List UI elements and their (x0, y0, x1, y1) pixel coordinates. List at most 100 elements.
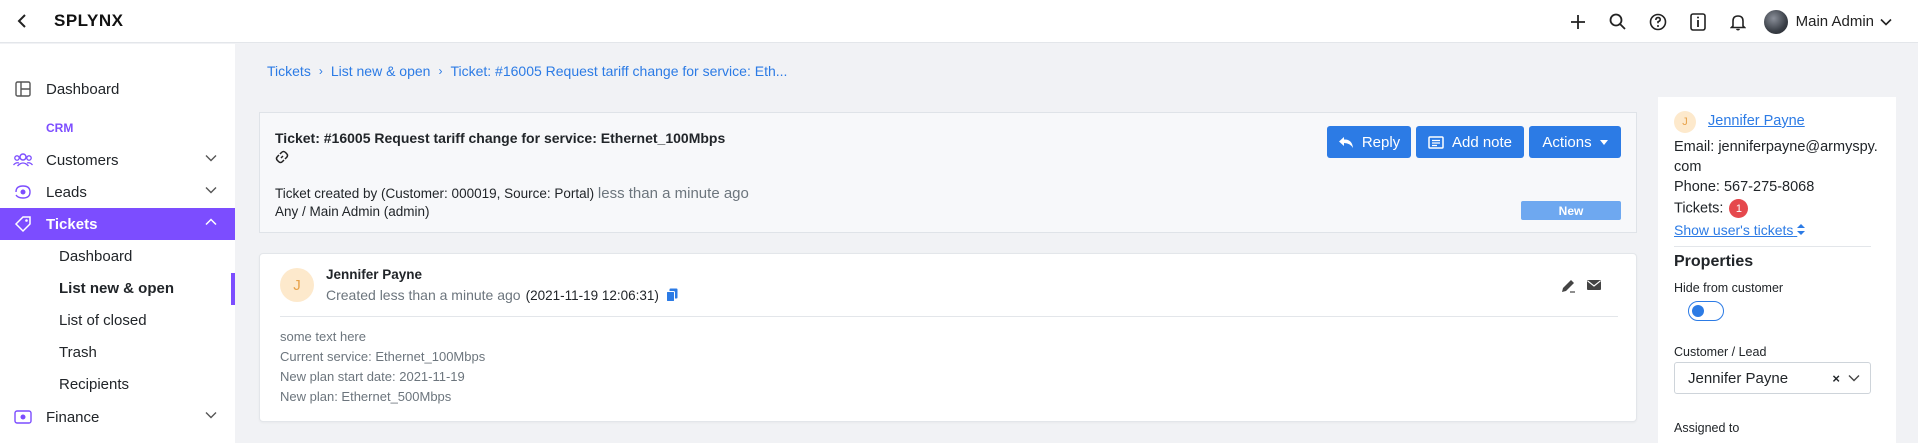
chevron-up-icon (205, 218, 217, 226)
customer-tickets: Tickets: 1 (1674, 199, 1749, 218)
actions-label: Actions (1542, 133, 1592, 151)
question-circle-icon (1649, 13, 1666, 30)
customer-lead-label: Customer / Lead (1674, 345, 1767, 359)
message-body-line: Current service: Ethernet_100Mbps (280, 349, 486, 364)
message-meta: Created less than a minute ago (2021-11-… (326, 287, 678, 303)
sidebar-item-label: Leads (46, 183, 87, 201)
avatar: J (280, 268, 314, 302)
chevron-right-icon: › (438, 64, 443, 78)
sidebar-item-label: Customers (46, 151, 119, 169)
reply-label: Reply (1361, 133, 1401, 151)
divider (1674, 246, 1871, 247)
dashboard-icon (15, 81, 31, 97)
sidebar-item-dashboard[interactable]: Dashboard (0, 73, 235, 105)
assigned-to-label: Assigned to (1674, 421, 1740, 435)
top-actions: Main Admin (1558, 0, 1918, 43)
reply-button[interactable]: Reply (1327, 126, 1411, 158)
reply-icon (1338, 136, 1353, 148)
caret-down-icon (1599, 139, 1608, 145)
sidebar-subitem-dashboard[interactable]: Dashboard (59, 248, 132, 265)
add-note-button[interactable]: Add note (1416, 126, 1524, 158)
sidebar-subitem-trash[interactable]: Trash (59, 344, 97, 361)
properties-title: Properties (1674, 253, 1754, 270)
toggle-knob (1692, 305, 1704, 317)
created-by-text: Ticket created by (Customer: 000019, Sou… (275, 186, 595, 201)
hide-from-customer-toggle[interactable] (1688, 301, 1724, 321)
sidebar-subitem-list-of-closed[interactable]: List of closed (59, 312, 147, 329)
chevron-right-icon: › (318, 64, 323, 78)
divider (280, 316, 1618, 317)
bell-icon (1729, 14, 1746, 30)
breadcrumb-current-ticket[interactable]: Ticket: #16005 Request tariff change for… (450, 63, 787, 79)
customer-name-link[interactable]: Jennifer Payne (1708, 113, 1805, 129)
message-author: Jennifer Payne (326, 267, 423, 282)
sidebar-item-label: Finance (46, 408, 100, 426)
chevron-down-icon (1848, 375, 1860, 382)
app-brand[interactable]: SPLYNX (54, 11, 123, 31)
search-icon (1609, 13, 1626, 30)
leads-icon (15, 185, 31, 199)
note-icon (1428, 135, 1444, 149)
sidebar-item-leads[interactable]: Leads (0, 176, 235, 208)
sidebar-item-tickets[interactable]: Tickets (0, 208, 235, 240)
avatar (1763, 9, 1788, 34)
actions-dropdown[interactable]: Actions (1529, 126, 1621, 158)
customer-phone: Phone: 567-275-8068 (1674, 179, 1815, 195)
message-tools (1560, 278, 1602, 294)
sidebar-item-finance[interactable]: Finance (0, 401, 235, 433)
edit-icon[interactable] (1560, 278, 1576, 294)
show-tickets-label: Show user's tickets (1674, 222, 1794, 238)
message-timestamp: (2021-11-19 12:06:31) (525, 287, 659, 303)
chevron-down-icon (205, 412, 217, 419)
tickets-count-badge: 1 (1729, 199, 1749, 218)
breadcrumb: Tickets › List new & open › Ticket: #160… (267, 63, 787, 79)
ticket-assignment: Any / Main Admin (admin) (275, 204, 430, 219)
info-button[interactable] (1678, 0, 1718, 43)
status-badge: New (1521, 201, 1621, 220)
message-card: J Jennifer Payne Created less than a min… (259, 253, 1637, 422)
chevron-left-icon (17, 14, 26, 28)
user-name: Main Admin (1795, 13, 1874, 30)
chevron-down-icon (1880, 18, 1892, 26)
breadcrumb-tickets[interactable]: Tickets (267, 63, 311, 79)
sidebar-subitem-recipients[interactable]: Recipients (59, 376, 129, 393)
sidebar-item-label: Tickets (46, 215, 98, 233)
sidebar: Dashboard CRM Customers Leads Tickets Da… (0, 44, 235, 443)
tickets-label: Tickets: (1674, 200, 1724, 217)
clear-icon[interactable]: × (1832, 371, 1840, 386)
email-icon[interactable] (1586, 278, 1602, 292)
sidebar-item-label: Dashboard (46, 80, 120, 98)
copy-link-button[interactable] (275, 150, 289, 167)
chevron-down-icon (205, 155, 217, 162)
customer-lead-select[interactable]: Jennifer Payne × (1674, 362, 1871, 394)
add-button[interactable] (1558, 0, 1598, 43)
help-button[interactable] (1638, 0, 1678, 43)
breadcrumb-list-new-open[interactable]: List new & open (331, 63, 431, 79)
message-body-line: New plan: Ethernet_500Mbps (280, 389, 452, 404)
notifications-button[interactable] (1718, 0, 1758, 43)
copy-icon[interactable] (665, 288, 678, 302)
message-body-line: some text here (280, 329, 366, 344)
top-bar: SPLYNX Main Admin (0, 0, 1918, 43)
sidebar-item-customers[interactable]: Customers (0, 144, 235, 176)
customer-lead-value: Jennifer Payne (1688, 369, 1789, 387)
customers-icon (13, 153, 33, 167)
link-icon (275, 150, 289, 164)
ticket-created-info: Ticket created by (Customer: 000019, Sou… (275, 185, 749, 202)
message-created-ago: Created less than a minute ago (326, 287, 521, 303)
message-body-line: New plan start date: 2021-11-19 (280, 369, 465, 384)
user-menu[interactable]: Main Admin (1763, 9, 1892, 34)
sort-icon (1797, 224, 1806, 235)
search-button[interactable] (1598, 0, 1638, 43)
back-button[interactable] (0, 0, 44, 43)
plus-icon (1570, 14, 1585, 29)
sidebar-section-crm: CRM (46, 121, 74, 135)
ticket-title: Ticket: #16005 Request tariff change for… (275, 130, 726, 146)
add-note-label: Add note (1451, 133, 1513, 151)
info-box-icon (1689, 12, 1706, 31)
customer-email: Email: jenniferpayne@armyspy.com (1674, 139, 1878, 175)
created-ago-text: less than a minute ago (597, 185, 749, 202)
active-indicator (231, 273, 235, 305)
sidebar-subitem-list-new-open[interactable]: List new & open (59, 280, 174, 297)
show-user-tickets-link[interactable]: Show user's tickets (1674, 222, 1806, 238)
